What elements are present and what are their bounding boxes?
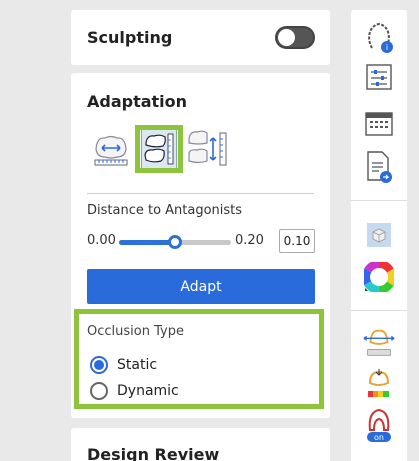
slider-min-label: 0.00: [87, 233, 116, 248]
toggle-knob: [278, 29, 295, 46]
occlusion-type-label: Occlusion Type: [87, 324, 184, 339]
jaw-info-icon: i: [368, 22, 393, 53]
antagonist-distance-icon: [144, 133, 174, 165]
tooth-section-on-icon: on: [367, 408, 391, 442]
adaptation-title: Adaptation: [87, 92, 188, 111]
document-export-icon: [367, 151, 392, 183]
horizontal-adapt-button[interactable]: [87, 125, 135, 173]
design-review-title[interactable]: Design Review: [87, 445, 219, 461]
adapt-button[interactable]: Adapt: [87, 269, 315, 304]
antagonist-distance-button[interactable]: [135, 125, 183, 173]
toolbar-separator: [351, 200, 407, 201]
distance-label: Distance to Antagonists: [87, 203, 243, 218]
vertical-adapt-icon: [188, 130, 227, 166]
jaw-info-button[interactable]: i: [362, 20, 396, 54]
distance-value-input[interactable]: 0.10: [279, 229, 315, 253]
keyboard-button[interactable]: [362, 107, 396, 141]
color-button[interactable]: [362, 260, 396, 294]
section-toggle-button[interactable]: on: [362, 408, 396, 442]
toolbar-separator: [351, 310, 407, 311]
slider-max-label: 0.20: [235, 233, 264, 248]
toggle-on-text: on: [374, 433, 384, 442]
vertical-adapt-button[interactable]: [183, 125, 231, 173]
occlusion-type-group: Occlusion Type Static Dynamic: [74, 309, 324, 409]
radio-dot: [94, 360, 104, 370]
radio-dynamic-label[interactable]: Dynamic: [117, 383, 179, 399]
adaptation-divider: [87, 193, 314, 194]
slider-thumb[interactable]: [168, 235, 182, 249]
cube-view-icon: [367, 223, 391, 247]
radio-static[interactable]: [90, 356, 108, 374]
distance-color-map-icon: [368, 369, 390, 397]
occlusion-button[interactable]: [362, 326, 396, 360]
settings-sliders-icon: [366, 64, 392, 90]
view-button[interactable]: [362, 218, 396, 252]
svg-text:i: i: [386, 43, 388, 52]
radio-dynamic[interactable]: [90, 382, 108, 400]
selected-mode-frame: [141, 129, 177, 169]
sculpting-toggle[interactable]: [275, 26, 315, 49]
distance-slider[interactable]: [119, 235, 231, 249]
keyboard-icon: [365, 112, 393, 136]
radio-static-label[interactable]: Static: [117, 357, 157, 373]
export-button[interactable]: [362, 150, 396, 184]
horizontal-adapt-icon: [94, 135, 128, 166]
design-review-panel: Design Review: [71, 428, 330, 461]
occlusion-compass-icon: [363, 329, 395, 356]
settings-button[interactable]: [362, 60, 396, 94]
sculpting-panel: Sculpting: [71, 10, 330, 65]
color-wheel-icon: [364, 262, 394, 292]
slider-fill: [119, 240, 175, 245]
sculpting-title: Sculpting: [87, 28, 173, 47]
right-toolbar: i on: [351, 10, 407, 461]
distance-map-button[interactable]: [362, 367, 396, 401]
